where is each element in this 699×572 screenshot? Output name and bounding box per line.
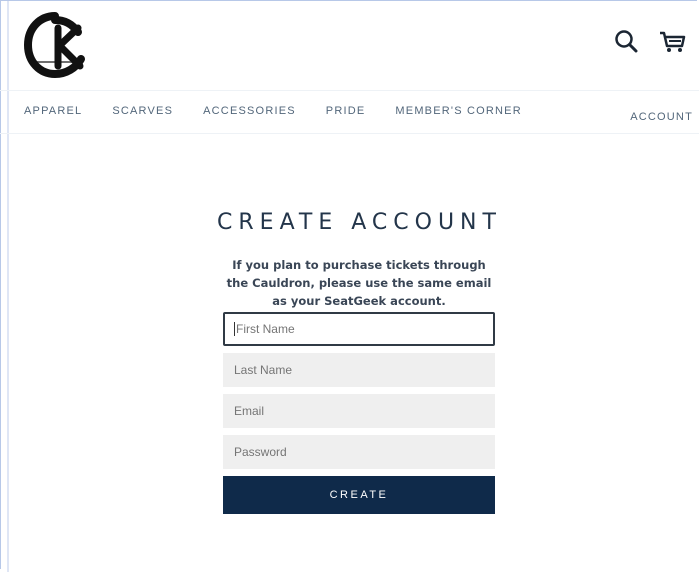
nav-item-accessories[interactable]: ACCESSORIES — [203, 105, 296, 117]
create-account-form: CREATE — [223, 312, 495, 514]
site-header — [0, 0, 699, 90]
nav-item-pride[interactable]: PRIDE — [326, 105, 366, 117]
first-name-input[interactable] — [235, 322, 483, 336]
nav-links: APPAREL SCARVES ACCESSORIES PRIDE MEMBER… — [24, 105, 522, 117]
main-nav: APPAREL SCARVES ACCESSORIES PRIDE MEMBER… — [0, 90, 699, 134]
cart-icon[interactable] — [657, 28, 687, 54]
email-field[interactable] — [223, 394, 495, 428]
header-icons — [613, 28, 687, 54]
email-input[interactable] — [234, 404, 484, 418]
first-name-field[interactable] — [223, 312, 495, 346]
search-icon[interactable] — [613, 28, 639, 54]
create-button[interactable]: CREATE — [223, 476, 495, 514]
nav-item-account[interactable]: ACCOUNT — [630, 111, 693, 123]
nav-item-scarves[interactable]: SCARVES — [112, 105, 173, 117]
password-input[interactable] — [234, 445, 484, 459]
last-name-field[interactable] — [223, 353, 495, 387]
nav-account: ACCOUNT — [630, 105, 693, 124]
text-cursor — [234, 322, 235, 336]
account-instructions: If you plan to purchase tickets through … — [226, 258, 492, 308]
password-field[interactable] — [223, 435, 495, 469]
nav-item-members-corner[interactable]: MEMBER'S CORNER — [395, 105, 521, 117]
crest-logo-icon[interactable] — [20, 10, 90, 80]
page-title: CREATE ACCOUNT — [217, 210, 502, 235]
nav-item-apparel[interactable]: APPAREL — [24, 105, 82, 117]
last-name-input[interactable] — [234, 363, 484, 377]
